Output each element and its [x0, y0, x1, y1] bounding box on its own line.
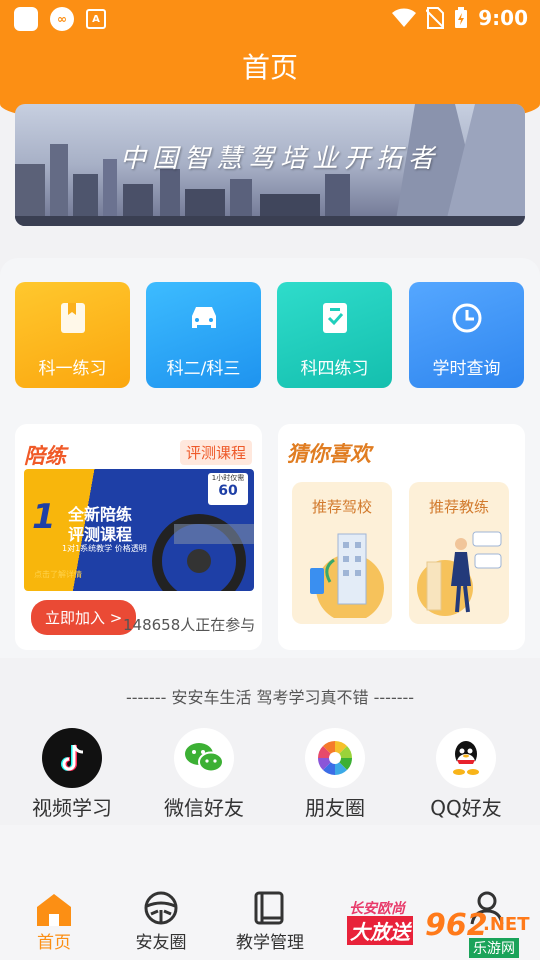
- moments-icon: [305, 728, 365, 788]
- recommend-school-label: 推荐驾校: [311, 498, 372, 516]
- promo-hint: 点击了解详情: [34, 570, 82, 579]
- status-time: 9:00: [478, 6, 528, 30]
- battery-icon: [455, 7, 468, 28]
- tab-teaching-management[interactable]: 教学管理: [225, 888, 315, 953]
- peilian-promo-image[interactable]: 1 全新陪练 评测课程 1对1系统教学 价格透明 点击了解详情 1小时仅需 60: [24, 469, 254, 591]
- tab-label: 安友圈: [135, 933, 187, 953]
- tile-label: 科四练习: [300, 359, 369, 379]
- promo-site: .NET: [483, 914, 530, 935]
- tile-label: 科一练习: [38, 359, 107, 379]
- share-label: QQ好友: [430, 796, 502, 820]
- price-badge: 1小时仅需 60: [208, 473, 248, 505]
- car-icon: [192, 307, 216, 328]
- app-icon: [14, 7, 38, 31]
- tile-subject-two-three[interactable]: 科二/科三: [146, 282, 261, 388]
- peilian-title: 陪练: [24, 444, 66, 468]
- price-value: 60: [218, 483, 238, 499]
- banner-slogan: 中国智慧驾培业开拓者: [120, 144, 441, 174]
- a-icon: A: [86, 9, 106, 29]
- banner[interactable]: 中国智慧驾培业开拓者: [15, 104, 525, 226]
- share-label: 微信好友: [164, 796, 244, 820]
- no-sim-icon: [426, 7, 445, 29]
- status-bar: ∞ A 9:00: [0, 0, 540, 36]
- steering-wheel-icon: [144, 891, 178, 925]
- promo-subtitle: 1对1系统教学 价格透明: [62, 544, 147, 553]
- tile-label: 学时查询: [432, 359, 501, 379]
- infinity-icon: ∞: [50, 7, 74, 31]
- recommend-coach[interactable]: 推荐教练: [409, 482, 509, 624]
- qq-icon: [436, 728, 496, 788]
- share-moments[interactable]: 朋友圈: [275, 728, 395, 821]
- join-now-button[interactable]: 立即加入 >: [31, 600, 137, 635]
- promo-sub: 乐游网: [469, 938, 519, 958]
- promo-line1: 长安欧尚: [349, 901, 405, 917]
- school-building-illustration: [310, 533, 384, 618]
- participant-count: 148658人正在参与: [123, 616, 256, 634]
- promo-line2: 大放送: [347, 916, 413, 945]
- peilian-card[interactable]: 陪练 评测课程 1 全新陪练 评测课程 1对1系统教学 价格透明 点击了解详情 …: [15, 424, 262, 650]
- share-label: 朋友圈: [305, 796, 365, 820]
- share-wechat-friends[interactable]: 微信好友: [144, 728, 264, 821]
- coach-illustration: [417, 531, 502, 616]
- slogan-text: ------- 安安车生活 驾考学习真不错 -------: [125, 688, 415, 707]
- tile-subject-four[interactable]: 科四练习: [277, 282, 392, 388]
- tile-label: 科二/科三: [166, 359, 241, 379]
- home-icon: [37, 894, 71, 926]
- wechat-icon: [174, 728, 234, 788]
- tab-home[interactable]: 首页: [9, 888, 99, 953]
- share-qq-friends[interactable]: QQ好友: [406, 728, 526, 821]
- wifi-icon: [392, 8, 417, 27]
- guess-title: 猜你喜欢: [287, 442, 371, 466]
- eval-course-tag[interactable]: 评测课程: [179, 440, 252, 465]
- tab-label: 教学管理: [236, 933, 304, 953]
- promo-watermark[interactable]: 长安欧尚 大放送 962 .NET 乐游网: [345, 898, 535, 960]
- tab-anyou-circle[interactable]: 安友圈: [116, 888, 206, 953]
- tile-study-hours[interactable]: 学时查询: [409, 282, 524, 388]
- share-label: 视频学习: [32, 796, 112, 820]
- tab-label: 首页: [37, 933, 71, 953]
- promo-big-number: 1: [32, 497, 56, 537]
- book-icon: [61, 303, 85, 333]
- tile-subject-one[interactable]: 科一练习: [15, 282, 130, 388]
- recommend-school[interactable]: 推荐驾校: [292, 482, 392, 624]
- checklist-icon: [323, 303, 347, 333]
- page-title: 首页: [241, 51, 298, 84]
- promo-line2: 评测课程: [68, 525, 133, 544]
- book-stack-icon: [254, 891, 284, 925]
- clock-icon: [452, 303, 482, 333]
- recommend-coach-label: 推荐教练: [428, 498, 489, 516]
- tiktok-icon: [42, 728, 102, 788]
- share-video-study[interactable]: 视频学习: [12, 728, 132, 821]
- recommend-card: 猜你喜欢 推荐驾校 推荐教练: [278, 424, 525, 650]
- price-top: 1小时仅需: [211, 474, 245, 482]
